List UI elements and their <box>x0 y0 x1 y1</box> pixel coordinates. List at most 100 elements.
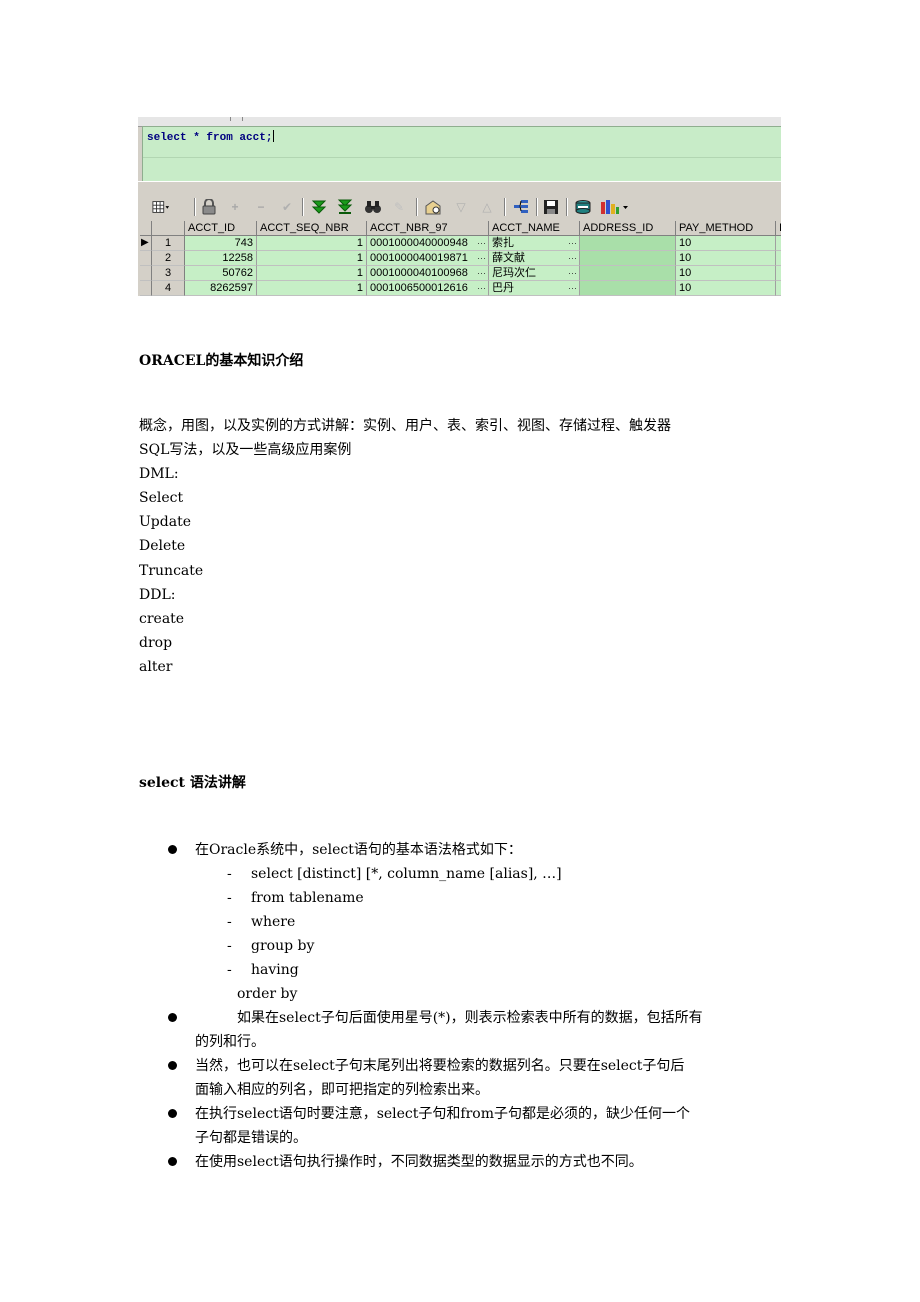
dash-icon: - <box>227 962 232 978</box>
bullet-icon <box>168 1013 177 1022</box>
dml-item: Delete <box>139 538 186 554</box>
row-indicator <box>140 251 152 266</box>
save-icon[interactable] <box>542 198 560 216</box>
bullet-text: 当然，也可以在select子句末尾列出将要检索的数据列名。只要在select子句… <box>195 1058 685 1074</box>
add-record-icon[interactable]: + <box>226 198 244 216</box>
cell-acct-name[interactable]: 巴丹 ··· <box>489 281 580 296</box>
clear-icon[interactable]: ✎ <box>390 198 408 216</box>
sql-text: select * from acct; <box>147 130 275 144</box>
cell-acct-nbr-97[interactable]: 0001000040019871 ··· <box>367 251 489 266</box>
syntax-item: where <box>251 914 296 930</box>
sort-ascending-icon[interactable]: ▽ <box>452 198 470 216</box>
cell-acct-nbr-97[interactable]: 0001006500012616 ··· <box>367 281 489 296</box>
bullet-text: 如果在select子句后面使用星号(*)，则表示检索表中所有的数据，包括所有 <box>237 1010 703 1026</box>
connection-icon[interactable] <box>574 198 592 216</box>
syntax-item: from tablename <box>251 890 364 906</box>
bullet-icon <box>168 845 177 854</box>
section-heading-oracle-basics: ORACEL的基本知识介绍 <box>139 353 304 369</box>
cell-address-id[interactable] <box>580 251 676 266</box>
cell-address-id[interactable] <box>580 266 676 281</box>
cell-acct-name[interactable]: 尼玛次仁 ··· <box>489 266 580 281</box>
rownum-header <box>152 221 185 236</box>
cell-address-id[interactable] <box>580 236 676 251</box>
row-number: 3 <box>152 266 185 281</box>
bullet-text: 在Oracle系统中，select语句的基本语法格式如下： <box>195 842 522 858</box>
fetch-last-icon[interactable] <box>336 198 354 216</box>
current-row-indicator: ▶ <box>140 236 152 251</box>
cell-acct-nbr-97[interactable]: 0001000040100968 ··· <box>367 266 489 281</box>
delete-record-icon[interactable]: − <box>252 198 270 216</box>
cell-overflow[interactable] <box>776 281 781 296</box>
row-number: 4 <box>152 281 185 296</box>
chart-dropdown-icon[interactable] <box>600 198 630 216</box>
cell-pay-method[interactable]: 10 <box>676 281 776 296</box>
intro-line: 概念，用图，以及实例的方式讲解：实例、用户、表、索引、视图、存储过程、触发器 <box>139 418 671 434</box>
bullet-icon <box>168 1061 177 1070</box>
row-number: 1 <box>152 236 185 251</box>
indicator-header <box>140 221 152 236</box>
intro-line: SQL写法，以及一些高级应用案例 <box>139 442 352 458</box>
syntax-item: group by <box>251 938 315 954</box>
dml-item: Truncate <box>139 563 204 579</box>
row-number: 2 <box>152 251 185 266</box>
grid-view-dropdown-icon[interactable] <box>152 198 170 216</box>
bullet-text: 的列和行。 <box>195 1034 265 1050</box>
bullet-text: 子句都是错误的。 <box>195 1130 307 1146</box>
ddl-label: DDL: <box>139 587 176 603</box>
bullet-icon <box>168 1157 177 1166</box>
sort-descending-icon[interactable]: △ <box>478 198 496 216</box>
cell-pay-method[interactable]: 10 <box>676 251 776 266</box>
ddl-item: create <box>139 611 185 627</box>
bullet-text: 在使用select语句执行操作时，不同数据类型的数据显示的方式也不同。 <box>195 1154 643 1170</box>
query-by-example-icon[interactable] <box>424 198 442 216</box>
text-caret <box>273 130 275 142</box>
cell-acct-seq-nbr[interactable]: 1 <box>257 281 367 296</box>
column-header[interactable]: ACCT_SEQ_NBR <box>257 221 367 236</box>
sql-editor[interactable]: select * from acct; <box>142 126 781 182</box>
cell-overflow[interactable] <box>776 266 781 281</box>
result-toolbar: + − ✔ ✎ ▽ △ <box>138 194 781 220</box>
cell-acct-seq-nbr[interactable]: 1 <box>257 251 367 266</box>
find-icon[interactable] <box>364 198 382 216</box>
ddl-item: drop <box>139 635 173 651</box>
section-heading-select-syntax: select 语法讲解 <box>139 775 246 791</box>
cell-acct-nbr-97[interactable]: 0001000040000948 ··· <box>367 236 489 251</box>
cell-acct-name[interactable]: 薛文献 ··· <box>489 251 580 266</box>
cell-pay-method[interactable]: 10 <box>676 236 776 251</box>
syntax-item: having <box>251 962 299 978</box>
fetch-next-icon[interactable] <box>310 198 328 216</box>
cell-acct-id[interactable]: 50762 <box>185 266 257 281</box>
cell-pay-method[interactable]: 10 <box>676 266 776 281</box>
dml-item: Select <box>139 490 184 506</box>
dash-icon: - <box>227 890 232 906</box>
cell-acct-id[interactable]: 743 <box>185 236 257 251</box>
syntax-item: select [distinct] [*, column_name [alias… <box>251 866 562 882</box>
cell-acct-seq-nbr[interactable]: 1 <box>257 236 367 251</box>
cell-acct-seq-nbr[interactable]: 1 <box>257 266 367 281</box>
cell-address-id[interactable] <box>580 281 676 296</box>
column-header[interactable]: ACCT_ID <box>185 221 257 236</box>
cell-acct-name[interactable]: 索扎 ··· <box>489 236 580 251</box>
column-header[interactable]: ADDRESS_ID <box>580 221 676 236</box>
cell-acct-id[interactable]: 12258 <box>185 251 257 266</box>
lock-icon[interactable] <box>200 198 218 216</box>
cell-overflow[interactable] <box>776 236 781 251</box>
row-indicator <box>140 281 152 296</box>
result-grid: ACCT_ID ACCT_SEQ_NBR ACCT_NBR_97 ACCT_NA… <box>140 221 781 296</box>
row-indicator <box>140 266 152 281</box>
dml-item: Update <box>139 514 191 530</box>
splitter[interactable] <box>138 181 781 195</box>
dash-icon: - <box>227 938 232 954</box>
embedded-sql-screenshot: select * from acct; + − ✔ ✎ ▽ △ ACCT_ID … <box>138 117 781 296</box>
dash-icon: - <box>227 866 232 882</box>
column-header[interactable]: I <box>776 221 781 236</box>
cell-overflow[interactable] <box>776 251 781 266</box>
export-icon[interactable] <box>512 198 530 216</box>
cell-acct-id[interactable]: 8262597 <box>185 281 257 296</box>
dash-icon: - <box>227 914 232 930</box>
column-header[interactable]: ACCT_NBR_97 <box>367 221 489 236</box>
bullet-text: 面输入相应的列名，即可把指定的列检索出来。 <box>195 1082 489 1098</box>
post-record-icon[interactable]: ✔ <box>278 198 296 216</box>
column-header[interactable]: PAY_METHOD <box>676 221 776 236</box>
column-header[interactable]: ACCT_NAME <box>489 221 580 236</box>
